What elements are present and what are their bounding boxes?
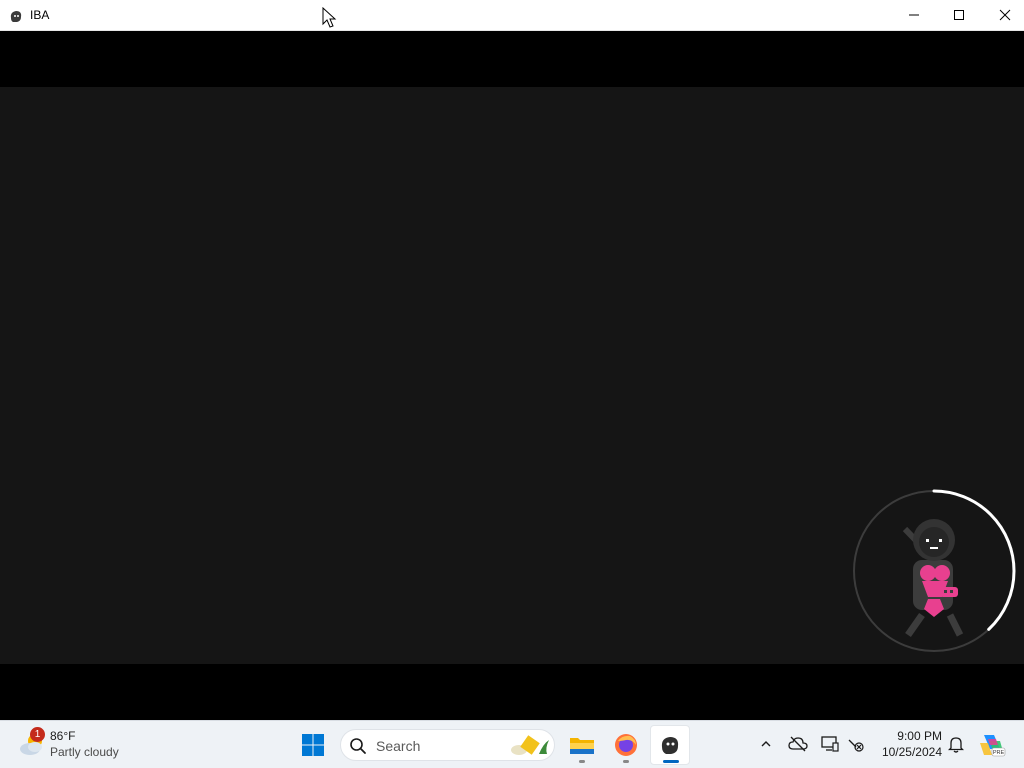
taskbar-clock[interactable]: 9:00 PM 10/25/2024 <box>870 728 942 760</box>
notifications-button[interactable] <box>945 733 967 755</box>
window-title: IBA <box>30 8 50 22</box>
minimize-button[interactable] <box>891 0 937 30</box>
game-viewport[interactable] <box>0 31 1024 720</box>
search-placeholder: Search <box>376 738 421 754</box>
weather-temperature: 86°F <box>50 729 76 743</box>
maximize-button[interactable] <box>936 0 982 30</box>
svg-text:PRE: PRE <box>993 750 1005 756</box>
weather-condition: Partly cloudy <box>50 745 119 759</box>
minimize-icon <box>909 14 919 16</box>
iba-ghost-icon <box>10 11 22 22</box>
clock-time: 9:00 PM <box>897 729 942 743</box>
letterbox-bottom <box>0 664 1024 720</box>
running-indicator <box>579 760 585 763</box>
file-explorer-button[interactable] <box>562 725 602 765</box>
title-bar: IBA <box>0 0 1024 31</box>
search-highlight-icon <box>511 735 549 755</box>
bell-icon <box>948 737 964 753</box>
letterbox-top <box>0 31 1024 87</box>
loading-indicator <box>852 489 1016 653</box>
network-status-button[interactable] <box>845 733 867 755</box>
weather-widget[interactable]: 1 86°F Partly cloudy <box>16 726 136 764</box>
copilot-icon[interactable]: PRE <box>978 731 1006 759</box>
iba-app-icon <box>661 737 679 754</box>
close-icon <box>999 9 1011 21</box>
active-indicator <box>663 760 679 763</box>
display-settings-button[interactable] <box>819 733 841 755</box>
firefox-icon <box>615 734 637 756</box>
taskbar-search-box[interactable]: Search <box>340 729 555 761</box>
onedrive-status-button[interactable] <box>787 733 809 755</box>
display-icon <box>821 736 839 752</box>
iba-taskbar-button[interactable] <box>650 725 690 765</box>
firefox-button[interactable] <box>606 725 646 765</box>
pixel-character-icon <box>902 519 964 638</box>
clock-date: 10/25/2024 <box>881 745 942 759</box>
taskbar: 1 86°F Partly cloudy Search 9:00 PM 10/2… <box>0 720 1024 768</box>
weather-notification-badge: 1 <box>30 727 45 742</box>
cloud-off-icon <box>788 736 808 752</box>
close-button[interactable] <box>982 0 1024 30</box>
file-explorer-icon <box>570 738 594 754</box>
running-indicator <box>623 760 629 763</box>
start-windows-icon <box>302 734 324 756</box>
chevron-up-icon <box>761 741 771 747</box>
search-icon <box>350 738 366 754</box>
start-button[interactable] <box>293 725 333 765</box>
maximize-icon <box>954 10 964 20</box>
network-off-icon <box>848 739 864 752</box>
mouse-pointer-icon <box>322 7 337 28</box>
show-hidden-icons-button[interactable] <box>755 733 777 755</box>
